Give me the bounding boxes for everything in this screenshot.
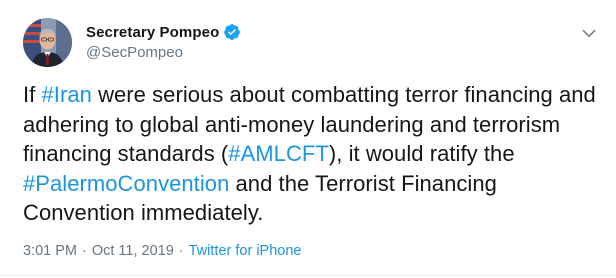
tweet-metadata: 3:01 PM · Oct 11, 2019 · Twitter for iPh… [23,243,301,259]
tweet-text: If #Iran were serious about combatting t… [23,80,603,228]
author-handle[interactable]: @SecPompeo [86,44,183,61]
tweet-time[interactable]: 3:01 PM [23,243,77,259]
author-display-name[interactable]: Secretary Pompeo [86,24,219,41]
tweet-text-segment: If [23,82,42,107]
avatar[interactable] [23,18,72,67]
meta-separator: · [82,243,87,259]
hashtag-link[interactable]: #PalermoConvention [23,171,229,196]
divider [0,275,616,276]
tweet-card: Secretary Pompeo @SecPompeo If #Iran wer… [0,0,616,278]
tweet-source-link[interactable]: Twitter for iPhone [189,243,302,259]
tweet-text-segment: ), it would ratify the [328,141,515,166]
tweet-date[interactable]: Oct 11, 2019 [92,243,174,259]
hashtag-link[interactable]: #Iran [42,82,92,107]
meta-separator: · [178,243,184,259]
author-name-row: Secretary Pompeo [86,22,241,42]
verified-badge-icon [223,23,241,41]
chevron-down-icon[interactable] [580,24,598,42]
hashtag-link[interactable]: #AMLCFT [228,141,329,166]
